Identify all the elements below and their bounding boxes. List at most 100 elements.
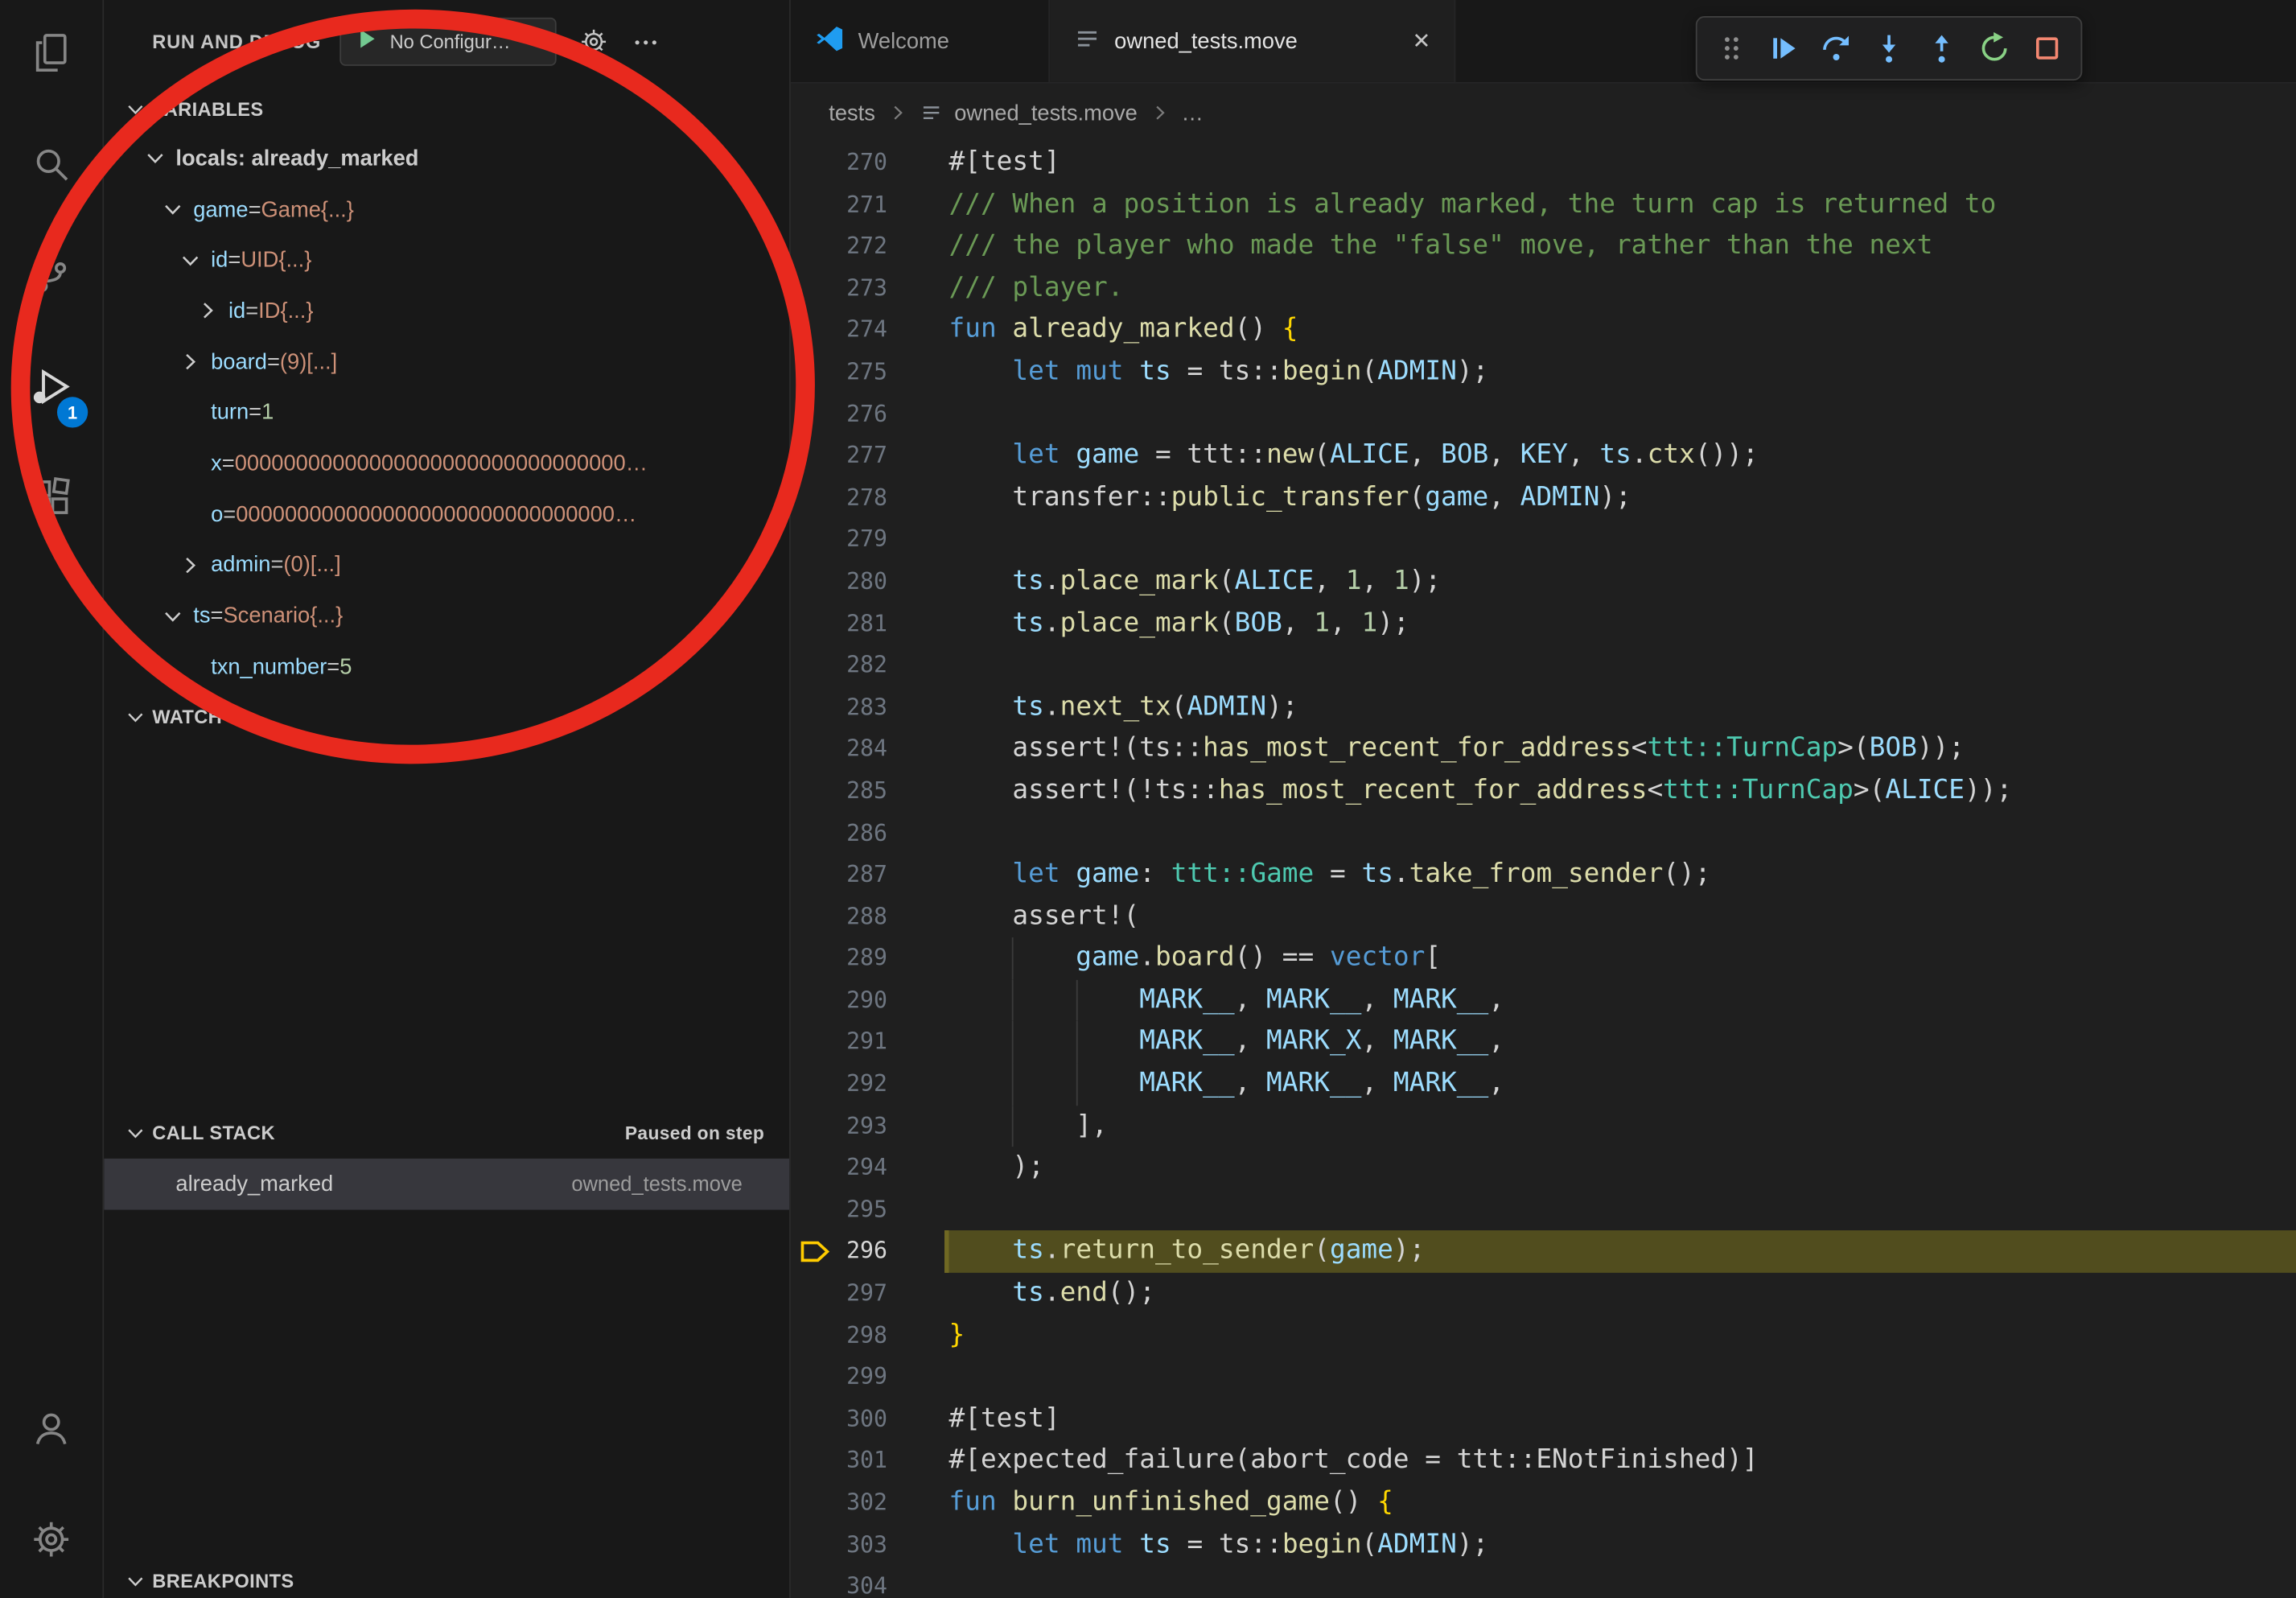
- chevron-right-icon[interactable]: [195, 299, 221, 323]
- code-text[interactable]: [944, 645, 2296, 686]
- line-number[interactable]: 273: [846, 268, 887, 310]
- variable-row[interactable]: o = 0000000000000000000000000000000…: [104, 489, 789, 540]
- line-gutter[interactable]: 272: [791, 226, 944, 268]
- line-number[interactable]: 287: [846, 854, 887, 896]
- chevron-down-icon[interactable]: [177, 249, 204, 272]
- code-text[interactable]: /// player.: [944, 268, 2296, 310]
- code-text[interactable]: assert!(ts::has_most_recent_for_address<…: [944, 728, 2296, 770]
- line-gutter[interactable]: 288: [791, 896, 944, 937]
- line-number[interactable]: 300: [846, 1398, 887, 1440]
- code-text[interactable]: #[expected_failure(abort_code = ttt::ENo…: [944, 1440, 2296, 1482]
- close-icon[interactable]: ✕: [1412, 30, 1430, 51]
- line-number[interactable]: 304: [846, 1566, 887, 1598]
- line-gutter[interactable]: 304: [791, 1566, 944, 1598]
- line-number[interactable]: 284: [846, 728, 887, 770]
- variable-row[interactable]: turn = 1: [104, 387, 789, 438]
- code-text[interactable]: fun burn_unfinished_game() {: [944, 1482, 2296, 1524]
- line-gutter[interactable]: 273: [791, 268, 944, 310]
- sidebar-item-explorer[interactable]: [0, 0, 102, 111]
- line-gutter[interactable]: 298: [791, 1315, 944, 1357]
- code-text[interactable]: ts.next_tx(ADMIN);: [944, 686, 2296, 728]
- code-text[interactable]: ts.return_to_sender(game);: [944, 1231, 2296, 1273]
- line-gutter[interactable]: 285: [791, 770, 944, 812]
- line-gutter[interactable]: 303: [791, 1524, 944, 1566]
- breadcrumb-item-tests[interactable]: tests: [829, 101, 875, 126]
- code-text[interactable]: /// the player who made the "false" move…: [944, 226, 2296, 268]
- line-gutter[interactable]: 299: [791, 1357, 944, 1398]
- line-number[interactable]: 293: [846, 1106, 887, 1147]
- line-gutter[interactable]: 302: [791, 1482, 944, 1524]
- line-gutter[interactable]: 300: [791, 1398, 944, 1440]
- debug-config-dropdown[interactable]: No Configur…: [340, 18, 556, 66]
- line-number[interactable]: 296: [846, 1231, 887, 1273]
- line-number[interactable]: 272: [846, 226, 887, 268]
- restart-button[interactable]: [1969, 23, 2019, 73]
- line-gutter[interactable]: 290: [791, 980, 944, 1022]
- line-number[interactable]: 299: [846, 1357, 887, 1398]
- start-debug-icon[interactable]: [355, 26, 380, 58]
- line-number[interactable]: 298: [846, 1315, 887, 1357]
- code-text[interactable]: );: [944, 1147, 2296, 1189]
- code-text[interactable]: MARK__, MARK_X, MARK__,: [944, 1022, 2296, 1064]
- line-number[interactable]: 278: [846, 477, 887, 519]
- line-number[interactable]: 271: [846, 184, 887, 226]
- code-text[interactable]: #[test]: [944, 1398, 2296, 1440]
- line-gutter[interactable]: 281: [791, 603, 944, 645]
- line-number[interactable]: 282: [846, 645, 887, 686]
- code-text[interactable]: #[test]: [944, 142, 2296, 184]
- line-gutter[interactable]: 296: [791, 1231, 944, 1273]
- code-text[interactable]: MARK__, MARK__, MARK__,: [944, 1064, 2296, 1106]
- drag-handle-icon[interactable]: [1706, 23, 1756, 73]
- line-number[interactable]: 281: [846, 603, 887, 645]
- line-gutter[interactable]: 279: [791, 519, 944, 561]
- line-number[interactable]: 270: [846, 142, 887, 184]
- code-text[interactable]: game.board() == vector[: [944, 938, 2296, 980]
- code-text[interactable]: let mut ts = ts::begin(ADMIN);: [944, 352, 2296, 393]
- watch-section-header[interactable]: WATCH: [104, 692, 789, 742]
- line-number[interactable]: 277: [846, 435, 887, 477]
- chevron-down-icon[interactable]: [142, 147, 169, 171]
- line-number[interactable]: 280: [846, 561, 887, 603]
- code-text[interactable]: MARK__, MARK__, MARK__,: [944, 980, 2296, 1022]
- line-number[interactable]: 302: [846, 1482, 887, 1524]
- more-actions-icon[interactable]: [631, 27, 660, 56]
- line-gutter[interactable]: 284: [791, 728, 944, 770]
- code-text[interactable]: ts.place_mark(BOB, 1, 1);: [944, 603, 2296, 645]
- line-number[interactable]: 285: [846, 770, 887, 812]
- line-number[interactable]: 292: [846, 1064, 887, 1106]
- code-text[interactable]: let game = ttt::new(ALICE, BOB, KEY, ts.…: [944, 435, 2296, 477]
- code-text[interactable]: assert!(: [944, 896, 2296, 937]
- tab-owned-tests[interactable]: owned_tests.move ✕: [1050, 0, 1455, 82]
- code-text[interactable]: }: [944, 1315, 2296, 1357]
- chevron-down-icon[interactable]: [159, 198, 186, 221]
- code-text[interactable]: /// When a position is already marked, t…: [944, 184, 2296, 226]
- line-number[interactable]: 274: [846, 310, 887, 352]
- chevron-right-icon[interactable]: [177, 554, 204, 577]
- line-gutter[interactable]: 301: [791, 1440, 944, 1482]
- line-gutter[interactable]: 289: [791, 938, 944, 980]
- line-number[interactable]: 303: [846, 1524, 887, 1566]
- code-text[interactable]: fun already_marked() {: [944, 310, 2296, 352]
- line-number[interactable]: 291: [846, 1022, 887, 1064]
- breadcrumb-item-more[interactable]: …: [1181, 101, 1203, 126]
- line-number[interactable]: 283: [846, 686, 887, 728]
- code-text[interactable]: ],: [944, 1106, 2296, 1147]
- line-number[interactable]: 276: [846, 393, 887, 435]
- variable-row[interactable]: ts = Scenario{...}: [104, 591, 789, 641]
- line-gutter[interactable]: 286: [791, 812, 944, 854]
- stop-button[interactable]: [2022, 23, 2072, 73]
- line-gutter[interactable]: 275: [791, 352, 944, 393]
- code-text[interactable]: ts.place_mark(ALICE, 1, 1);: [944, 561, 2296, 603]
- line-gutter[interactable]: 294: [791, 1147, 944, 1189]
- line-number[interactable]: 289: [846, 938, 887, 980]
- line-number[interactable]: 275: [846, 352, 887, 393]
- code-text[interactable]: [944, 393, 2296, 435]
- code-text[interactable]: [944, 812, 2296, 854]
- code-text[interactable]: [944, 1566, 2296, 1598]
- step-into-button[interactable]: [1864, 23, 1914, 73]
- line-gutter[interactable]: 297: [791, 1273, 944, 1315]
- line-gutter[interactable]: 291: [791, 1022, 944, 1064]
- code-text[interactable]: [944, 519, 2296, 561]
- settings-button[interactable]: [0, 1487, 102, 1598]
- line-gutter[interactable]: 274: [791, 310, 944, 352]
